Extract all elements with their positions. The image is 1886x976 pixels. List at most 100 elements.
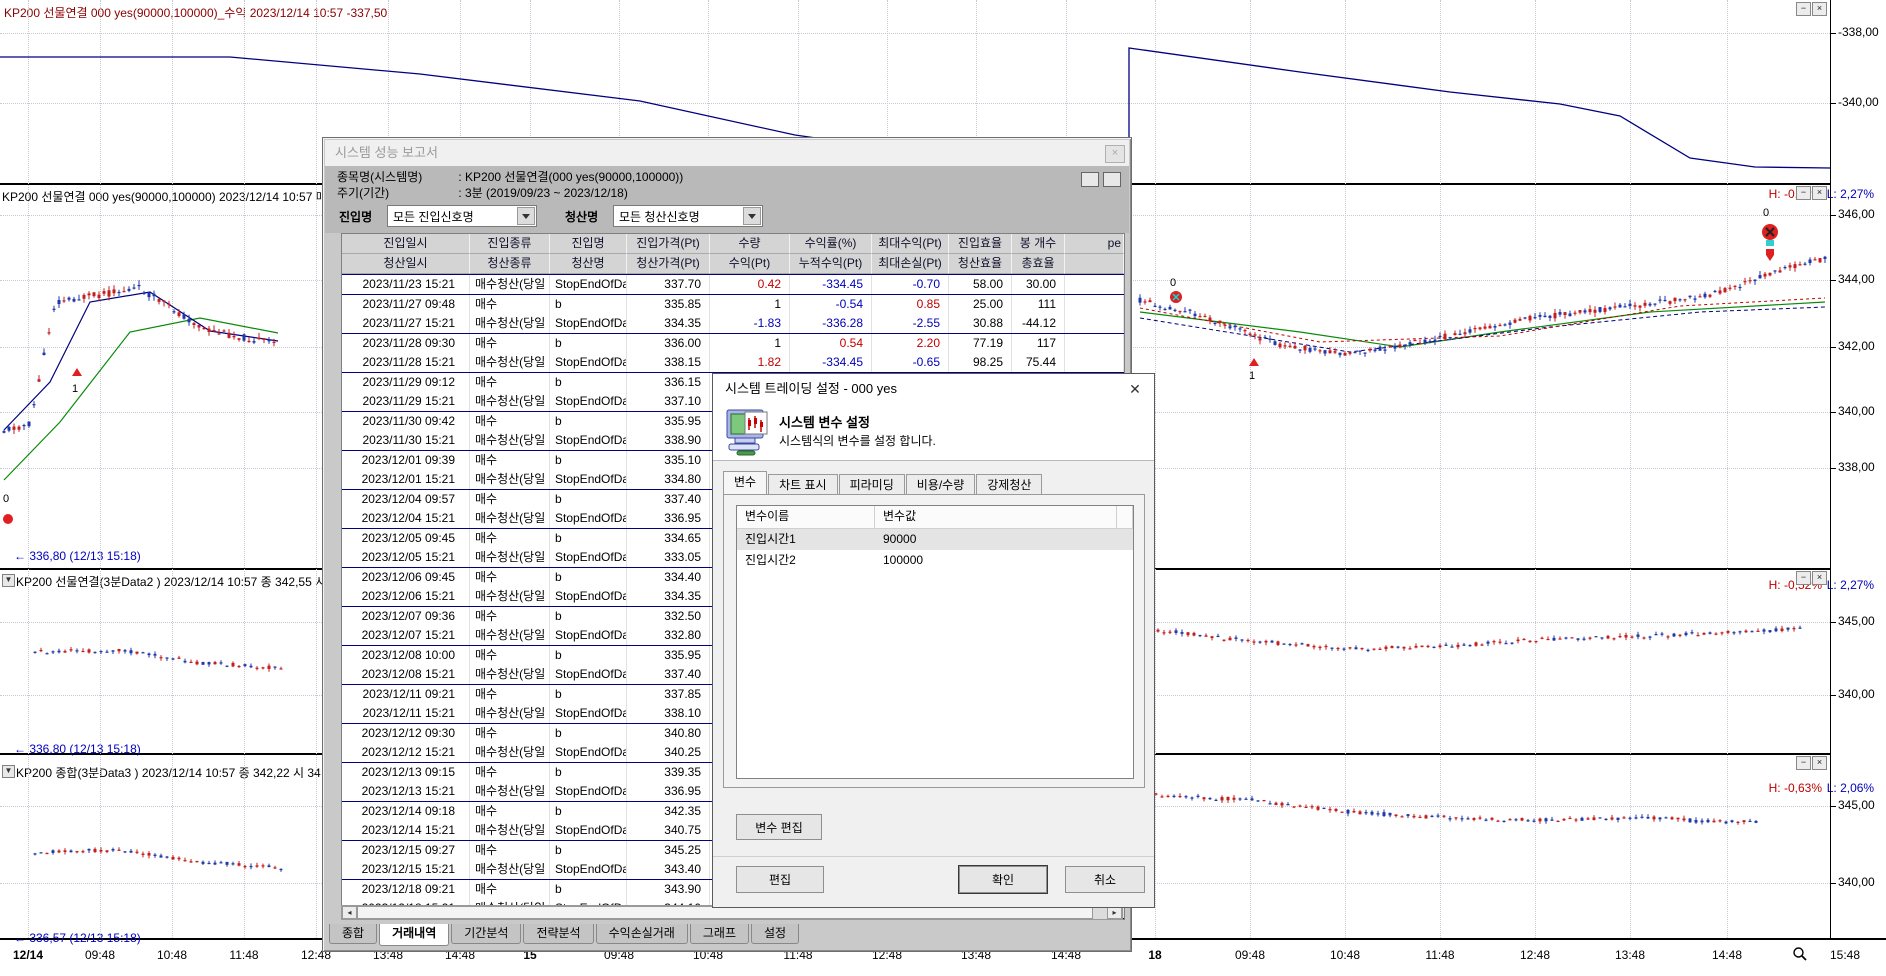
table-row[interactable]: 2023/11/23 15:21매수청산(당일StopEndOfDa337.70…	[342, 275, 1124, 295]
table-cell: -334.45	[790, 275, 872, 294]
entry-signal-select[interactable]: 모든 진입신호명	[387, 205, 537, 227]
column-header[interactable]: 수익(Pt)	[710, 254, 790, 274]
column-header[interactable]: 최대손실(Pt)	[872, 254, 949, 274]
settings-tab-강제청산[interactable]: 강제청산	[976, 474, 1042, 495]
close-icon[interactable]: ✕	[1126, 381, 1144, 398]
exit-signal-select[interactable]: 모든 청산신호명	[613, 205, 763, 227]
table-cell: 2023/12/08 10:00	[342, 646, 470, 665]
edit-button[interactable]: 편집	[736, 866, 824, 893]
maximize-icon[interactable]: ×	[1812, 186, 1827, 200]
table-cell: 340.80	[627, 724, 710, 743]
time-axis-label: 10:48	[157, 948, 187, 962]
close-icon[interactable]: ×	[1812, 2, 1827, 16]
chevron-down-icon[interactable]: ▼	[2, 574, 15, 587]
table-cell	[1065, 314, 1124, 333]
close-icon[interactable]: ×	[1812, 756, 1827, 770]
settings-tab-변수[interactable]: 변수	[723, 471, 767, 496]
grid-line	[1155, 0, 1156, 938]
var-name-column-header[interactable]: 변수이름	[737, 506, 875, 528]
table-cell: 335.85	[627, 295, 710, 314]
column-header[interactable]: 진입종류	[470, 234, 550, 254]
minimize-icon[interactable]: −	[1796, 186, 1811, 200]
column-header[interactable]	[1065, 254, 1124, 274]
minimize-icon[interactable]: −	[1796, 756, 1811, 770]
last-price-flag: ← 336,80 (12/13 15:18)	[14, 549, 141, 563]
time-axis-label: 12:48	[1520, 948, 1550, 962]
report-tab-거래내역[interactable]: 거래내역	[379, 924, 449, 946]
column-header[interactable]: 진입가격(Pt)	[627, 234, 710, 254]
table-row[interactable]: 2023/11/27 09:48매수b335.851-0.540.8525.00…	[342, 295, 1124, 314]
dialog-titlebar[interactable]: 시스템 성능 보고서 ×	[325, 140, 1129, 166]
column-header[interactable]: pe	[1065, 234, 1124, 254]
report-tab-종합[interactable]: 종합	[329, 924, 377, 944]
settings-tab-피라미딩[interactable]: 피라미딩	[839, 474, 905, 495]
table-cell: 2023/11/27 15:21	[342, 314, 470, 333]
table-cell: b	[550, 763, 627, 782]
chevron-down-icon[interactable]: ▼	[2, 765, 15, 778]
table-row[interactable]: 2023/11/28 09:30매수b336.0010.542.2077.191…	[342, 334, 1124, 353]
column-header[interactable]: 수익률(%)	[790, 234, 872, 254]
settings-tab-차트 표시[interactable]: 차트 표시	[768, 474, 838, 495]
column-header[interactable]: 진입일시	[342, 234, 470, 254]
table-row[interactable]: 2023/11/27 15:21매수청산(당일StopEndOfDa334.35…	[342, 314, 1124, 334]
report-tab-그래프[interactable]: 그래프	[690, 924, 749, 944]
column-header[interactable]: 봉 개수	[1012, 234, 1065, 254]
table-cell: 매수청산(당일	[470, 470, 550, 489]
trades-table-header: 진입일시진입종류진입명진입가격(Pt)수량수익률(%)최대수익(Pt)진입효율봉…	[342, 234, 1124, 275]
dialog-titlebar[interactable]: 시스템 트레이딩 설정 - 000 yes ✕	[713, 374, 1154, 405]
column-header[interactable]: 청산효율	[949, 254, 1012, 274]
column-header[interactable]: 진입명	[550, 234, 627, 254]
column-header[interactable]: 총효율	[1012, 254, 1065, 274]
report-tab-기간분석[interactable]: 기간분석	[451, 924, 521, 944]
table-cell: 2023/12/14 15:21	[342, 821, 470, 840]
close-icon[interactable]: ×	[1105, 145, 1125, 163]
edit-variable-button[interactable]: 변수 편집	[736, 814, 822, 840]
report-tab-전략분석[interactable]: 전략분석	[523, 924, 593, 944]
table-cell: 2023/12/13 15:21	[342, 782, 470, 801]
scroll-left-icon[interactable]: ◂	[342, 906, 357, 919]
equity-panel-title: KP200 선물연결 000 yes(90000,100000)_수익 2023…	[4, 4, 387, 21]
table-cell: 매수청산(당일	[470, 392, 550, 411]
variable-row[interactable]: 진입시간2100000	[737, 550, 1133, 571]
table-row[interactable]: 2023/11/28 15:21매수청산(당일StopEndOfDa338.15…	[342, 353, 1124, 373]
chevron-down-icon[interactable]	[517, 207, 535, 225]
column-header[interactable]: 진입효율	[949, 234, 1012, 254]
export-icon[interactable]	[1103, 172, 1121, 187]
minimize-icon[interactable]: −	[1796, 2, 1811, 16]
table-cell: 337.10	[627, 392, 710, 411]
table-cell: 2023/11/28 09:30	[342, 334, 470, 353]
variable-row[interactable]: 진입시간190000	[737, 529, 1133, 550]
table-cell: 2023/11/29 15:21	[342, 392, 470, 411]
var-value-column-header[interactable]: 변수값	[875, 506, 1117, 528]
ok-button[interactable]: 확인	[959, 866, 1047, 893]
column-header[interactable]: 청산일시	[342, 254, 470, 274]
table-cell: 335.95	[627, 412, 710, 431]
column-header[interactable]: 최대수익(Pt)	[872, 234, 949, 254]
cancel-button[interactable]: 취소	[1065, 866, 1145, 893]
price-axis-label: 342,00	[1838, 339, 1875, 353]
time-axis-label: 11:48	[229, 948, 258, 962]
report-tab-설정[interactable]: 설정	[751, 924, 799, 944]
axis-tick	[1830, 412, 1836, 413]
printer-icon[interactable]	[1081, 172, 1099, 187]
minimize-icon[interactable]: −	[1796, 571, 1811, 585]
table-cell: 2023/11/29 09:12	[342, 373, 470, 392]
table-cell: b	[550, 880, 627, 899]
column-header[interactable]: 수량	[710, 234, 790, 254]
report-tab-수익손실거래[interactable]: 수익손실거래	[596, 924, 688, 944]
grid-line	[0, 103, 1830, 104]
table-cell: 333.05	[627, 548, 710, 567]
chevron-down-icon[interactable]	[743, 207, 761, 225]
axis-tick	[1830, 33, 1836, 34]
close-icon[interactable]: ×	[1812, 571, 1827, 585]
column-header[interactable]: 청산종류	[470, 254, 550, 274]
column-header[interactable]: 누적수익(Pt)	[790, 254, 872, 274]
dialog-title: 시스템 성능 보고서	[335, 145, 438, 160]
zoom-icon[interactable]	[1792, 946, 1808, 962]
table-cell: -1.83	[710, 314, 790, 333]
column-header[interactable]: 청산가격(Pt)	[627, 254, 710, 274]
table-cell: 매수청산(당일	[470, 548, 550, 567]
settings-tab-비용/수량[interactable]: 비용/수량	[906, 474, 976, 495]
column-header[interactable]: 청산명	[550, 254, 627, 274]
table-cell	[1065, 353, 1124, 372]
